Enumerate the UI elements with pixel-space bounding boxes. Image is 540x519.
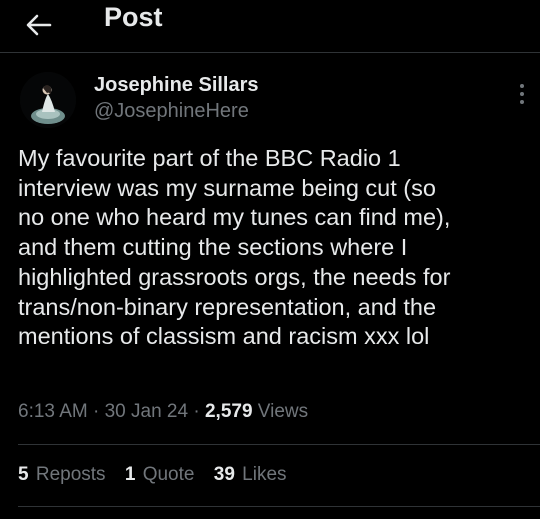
quotes-count: 1 <box>124 464 136 485</box>
back-button[interactable] <box>22 6 62 46</box>
tweet-date[interactable]: 30 Jan 24 <box>105 401 188 422</box>
tweet-meta: 6:13 AM · 30 Jan 24 · 2,579 Views <box>18 399 308 425</box>
page-title: Post <box>104 2 163 32</box>
author-name[interactable]: Josephine Sillars <box>94 72 259 98</box>
arrow-left-icon <box>26 14 52 36</box>
engagement-stats: 5 Reposts 1 Quote 39 Likes <box>18 462 301 488</box>
author-handle[interactable]: @JosephineHere <box>94 98 249 124</box>
likes-label: Likes <box>242 464 287 485</box>
reposts-label: Reposts <box>35 464 106 485</box>
divider <box>18 444 540 445</box>
top-bar: Post <box>0 0 540 53</box>
reposts-count: 5 <box>18 464 29 485</box>
tweet-time[interactable]: 6:13 AM <box>18 401 88 422</box>
avatar[interactable] <box>20 72 76 128</box>
likes-link[interactable]: 39 Likes <box>214 462 287 488</box>
more-options-button[interactable] <box>510 80 534 108</box>
reposts-link[interactable]: 5 Reposts <box>18 462 106 488</box>
tweet-text: My favourite part of the BBC Radio 1 int… <box>18 145 451 350</box>
avatar-image <box>20 72 76 128</box>
divider <box>18 506 540 507</box>
meta-separator: · <box>188 401 205 422</box>
quotes-link[interactable]: 1 Quote <box>125 462 195 488</box>
views-count: 2,579 <box>204 401 253 422</box>
meta-separator: · <box>87 401 105 422</box>
likes-count: 39 <box>213 464 235 485</box>
quotes-label: Quote <box>142 464 195 485</box>
views-label: Views <box>252 401 309 422</box>
